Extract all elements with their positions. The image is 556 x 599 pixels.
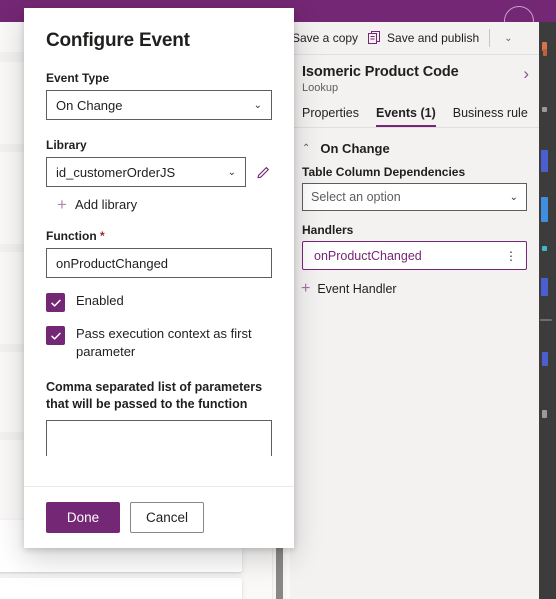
chevron-down-icon: ⌄ [509, 191, 518, 203]
cancel-button[interactable]: Cancel [130, 502, 204, 533]
done-button-label: Done [66, 510, 100, 525]
properties-pane: Isomeric Product Code Lookup › Propertie… [290, 54, 539, 599]
tab-events-label: Events (1) [375, 106, 436, 120]
library-row: id_customerOrderJS ⌄ [46, 157, 272, 187]
library-select[interactable]: id_customerOrderJS ⌄ [46, 157, 246, 187]
table-column-dependencies-select[interactable]: Select an option ⌄ [302, 183, 527, 211]
enabled-checkbox-label: Enabled [76, 293, 124, 308]
handler-item-label: onProductChanged [314, 248, 422, 263]
required-asterisk: * [100, 229, 105, 243]
page-title: Isomeric Product Code [302, 64, 459, 80]
save-and-publish-button[interactable]: Save and publish [368, 31, 479, 45]
done-button[interactable]: Done [46, 502, 120, 533]
add-event-handler-label: Event Handler [317, 282, 397, 296]
library-label: Library [46, 138, 87, 152]
command-bar: Save a copy Save and publish ⌄ [290, 22, 539, 54]
function-input-value: onProductChanged [56, 255, 169, 271]
chevron-down-icon: ⌄ [227, 166, 236, 178]
handler-item-on-product-changed[interactable]: onProductChanged ⋮ [302, 241, 527, 270]
page-subtitle: Lookup [302, 82, 339, 94]
library-value: id_customerOrderJS [56, 164, 176, 180]
function-input[interactable]: onProductChanged [46, 248, 272, 278]
properties-pane-header: Isomeric Product Code Lookup › [290, 55, 539, 98]
chevron-up-icon: ⌃ [302, 143, 311, 154]
handlers-label: Handlers [302, 223, 354, 237]
more-options-icon[interactable]: ⋮ [505, 250, 517, 262]
pencil-icon[interactable] [255, 164, 272, 181]
pass-execution-context-checkbox-label: Pass execution context as first paramete… [76, 326, 252, 359]
handlers-field: Handlers onProductChanged ⋮ [290, 223, 539, 270]
tab-properties[interactable]: Properties [302, 106, 359, 127]
add-library-label: Add library [74, 197, 138, 212]
tab-business-rules-label: Business rule [452, 106, 528, 120]
plus-icon: + [57, 195, 67, 214]
table-column-dependencies-label: Table Column Dependencies [302, 165, 466, 179]
chevron-down-icon: ⌄ [253, 99, 262, 111]
code-editor-strip[interactable] [539, 22, 556, 599]
background-card [0, 578, 242, 599]
event-type-value: On Change [56, 97, 123, 113]
event-type-select[interactable]: On Change ⌄ [46, 90, 272, 120]
save-and-publish-label: Save and publish [387, 31, 480, 45]
dialog-body: Configure Event Event Type On Change ⌄ L… [24, 8, 294, 456]
add-event-handler-button[interactable]: + Event Handler [290, 270, 539, 297]
save-a-copy-label: Save a copy [292, 31, 359, 45]
enabled-checkbox-row[interactable]: Enabled [46, 292, 272, 312]
event-type-label: Event Type [46, 71, 110, 85]
pass-execution-context-checkbox[interactable] [46, 326, 65, 345]
dialog-footer: Done Cancel [24, 486, 294, 548]
parameters-textarea[interactable] [46, 420, 272, 456]
app-root: Save a copy Save and publish ⌄ Isomeric … [0, 0, 556, 599]
parameters-helper-text: Comma separated list of parameters that … [46, 380, 263, 411]
table-column-dependencies-value: Select an option [311, 190, 401, 204]
add-library-button[interactable]: + Add library [57, 196, 272, 213]
save-a-copy-button[interactable]: Save a copy [292, 31, 358, 45]
cancel-button-label: Cancel [145, 510, 189, 525]
tab-events[interactable]: Events (1) [375, 106, 436, 127]
tab-properties-label: Properties [302, 106, 359, 120]
pass-context-checkbox-row[interactable]: Pass execution context as first paramete… [46, 325, 272, 361]
on-change-section-title: On Change [320, 141, 390, 156]
save-publish-icon [368, 31, 382, 45]
command-bar-divider [489, 29, 491, 47]
table-column-dependencies-field: Table Column Dependencies Select an opti… [290, 165, 539, 211]
function-label: Function * [46, 229, 272, 243]
expand-pane-chevron-icon[interactable]: › [523, 65, 529, 82]
enabled-checkbox[interactable] [46, 293, 65, 312]
function-label-text: Function [46, 229, 100, 243]
on-change-section-header[interactable]: ⌃ On Change [290, 128, 539, 165]
command-overflow-chevron-icon[interactable]: ⌄ [500, 33, 516, 44]
tab-business-rules[interactable]: Business rule [453, 106, 528, 127]
properties-tabs: Properties Events (1) Business rule [290, 98, 539, 128]
plus-icon: + [301, 280, 311, 297]
dialog-title: Configure Event [46, 30, 190, 51]
configure-event-dialog: Configure Event Event Type On Change ⌄ L… [24, 8, 294, 548]
